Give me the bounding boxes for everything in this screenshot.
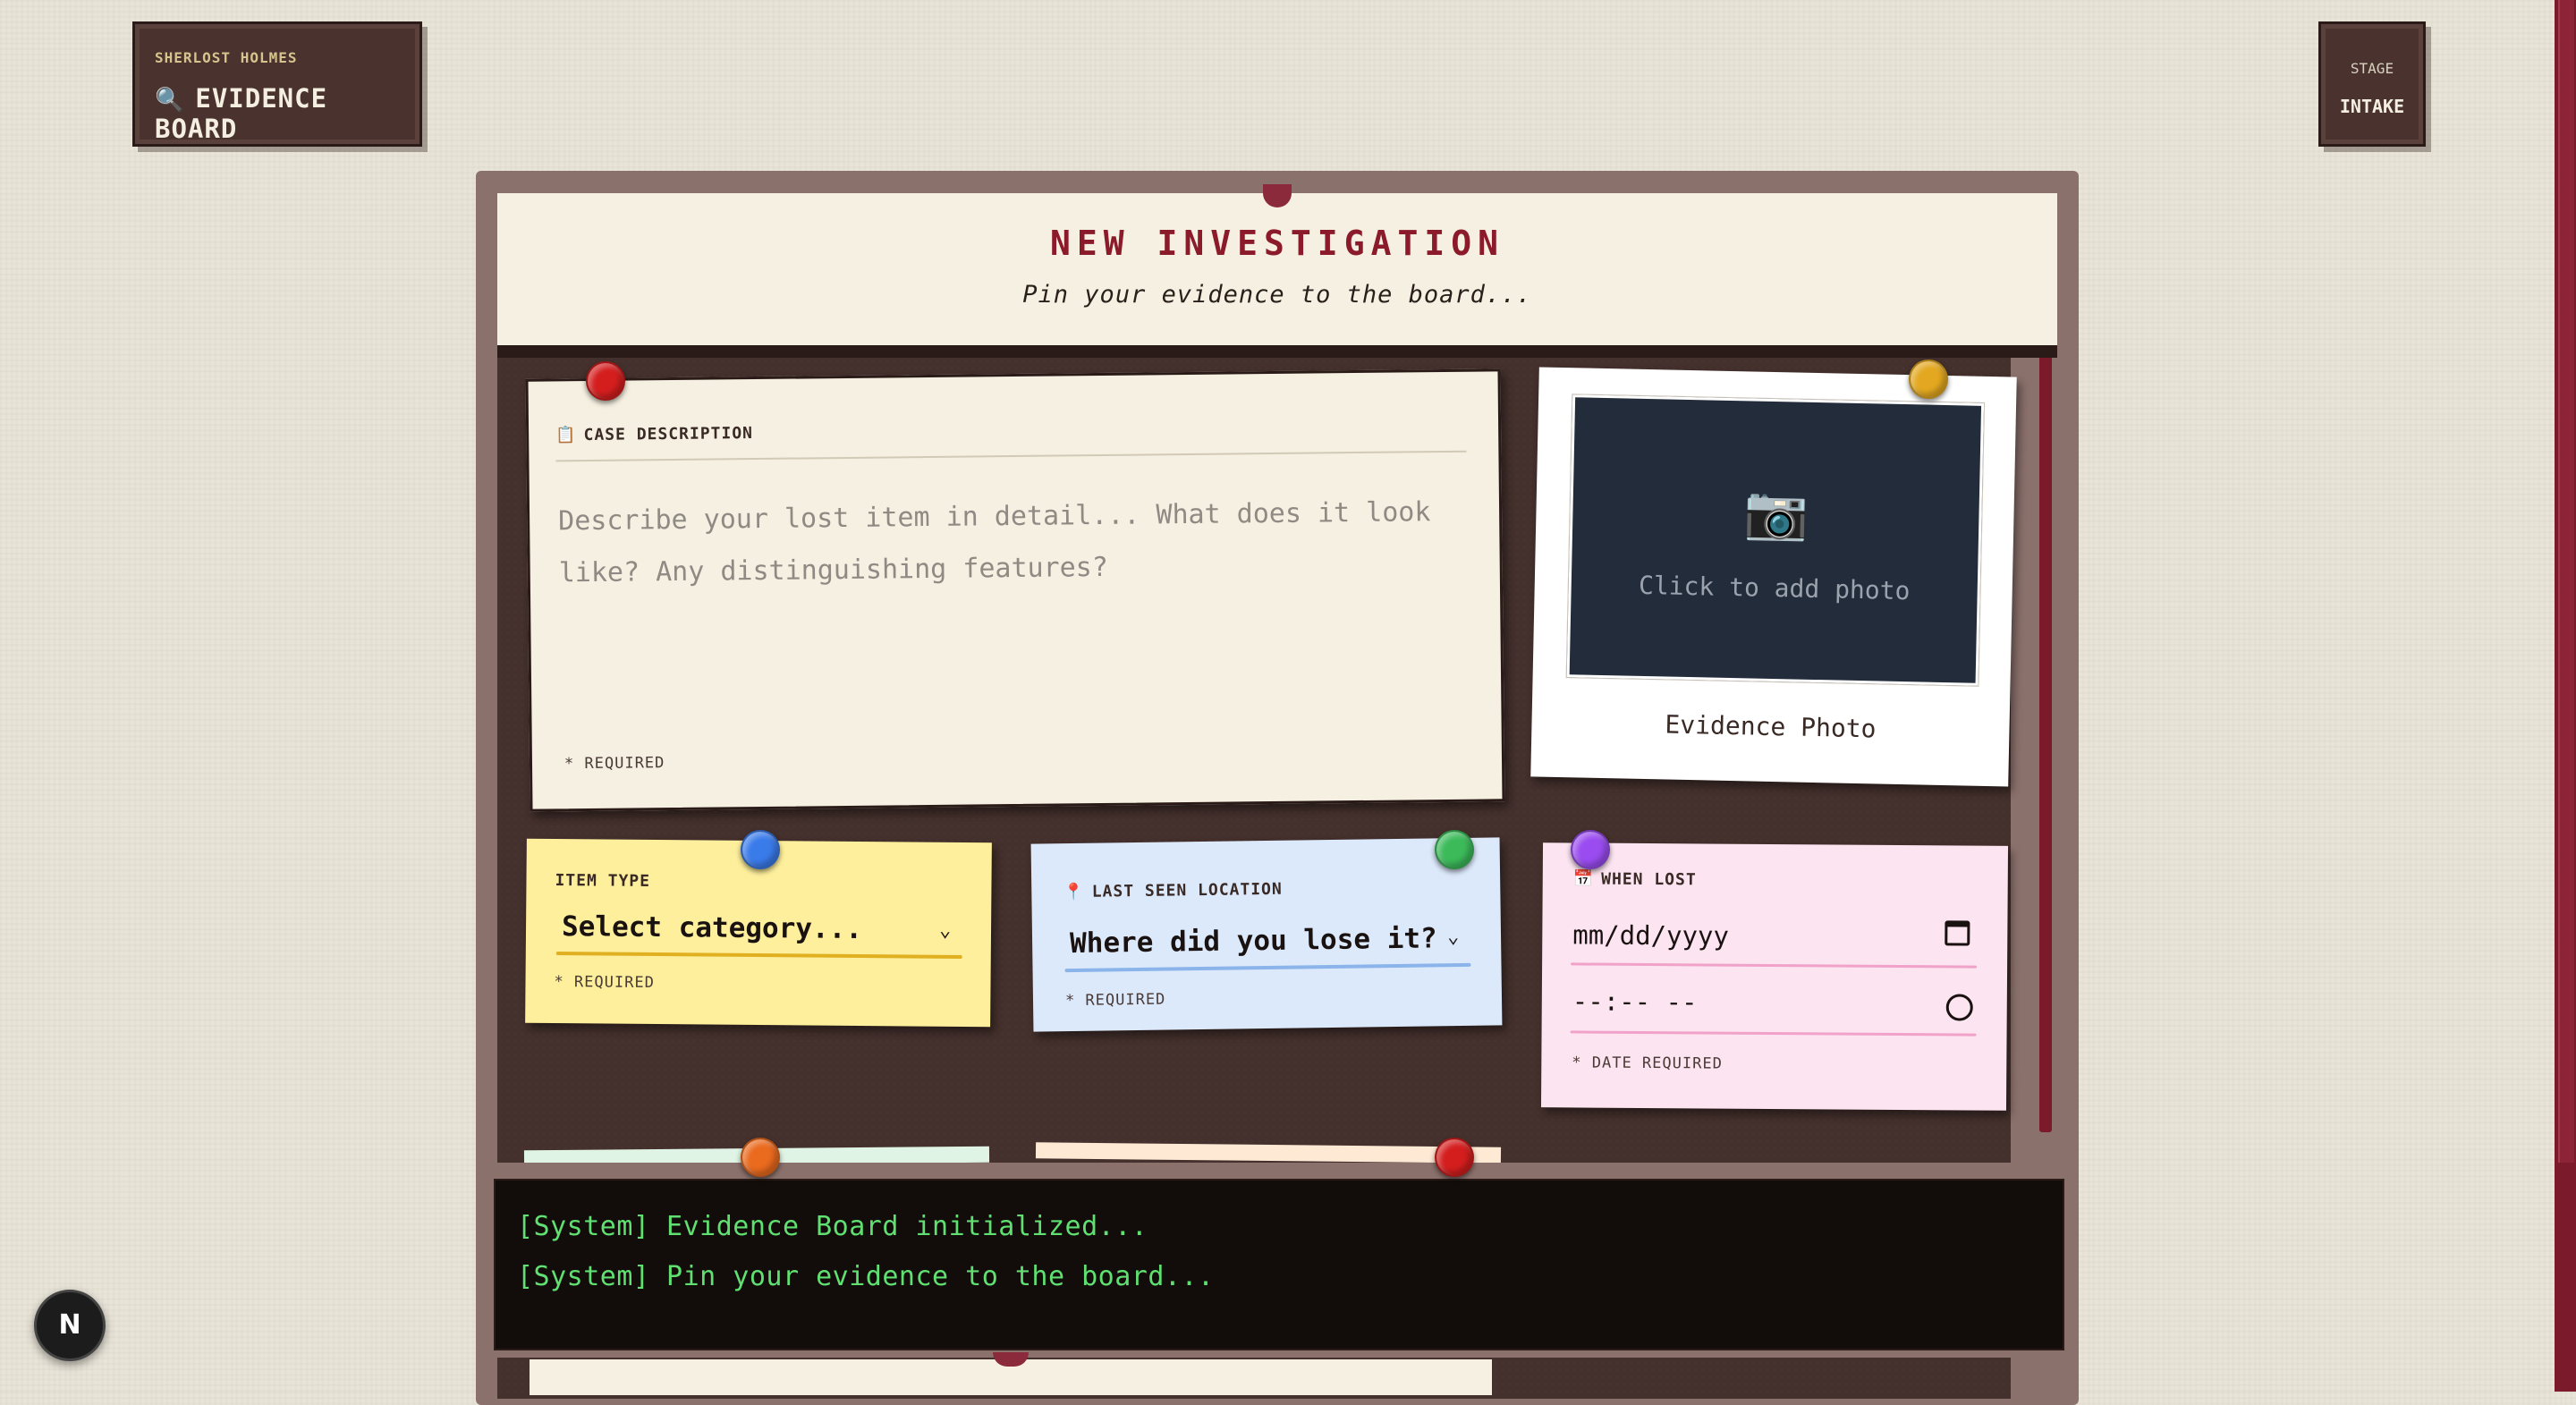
date-input[interactable]: mm/dd/yyyy: [1572, 919, 1729, 951]
item-type-label: ITEM TYPE: [555, 871, 651, 891]
stage-value: INTAKE: [2339, 96, 2405, 117]
calendar-icon: 📅: [1572, 869, 1595, 889]
required-note: * REQUIRED: [1064, 990, 1166, 1011]
select-underline: [1064, 962, 1471, 973]
header-card: NEW INVESTIGATION Pin your evidence to t…: [497, 193, 2057, 358]
stage-label: STAGE: [2350, 60, 2394, 77]
purple-pin: [1571, 830, 1610, 869]
select-underline: [555, 952, 962, 959]
chevron-down-icon[interactable]: ⌄: [1447, 926, 1460, 948]
required-note: * DATE REQUIRED: [1572, 1054, 1723, 1073]
time-underline: [1570, 1030, 1977, 1037]
photo-prompt: Click to add photo: [1638, 570, 1911, 606]
photo-caption: Evidence Photo: [1665, 709, 1877, 744]
orange-pin: [741, 1138, 780, 1177]
blue-pin: [741, 830, 780, 869]
brand-title: 🔍 EVIDENCE BOARD: [155, 83, 419, 144]
stage-badge: STAGE INTAKE: [2318, 21, 2426, 147]
red-pin: [586, 361, 625, 401]
evidence-photo-card[interactable]: 📷 Click to add photo Evidence Photo: [1530, 367, 2017, 787]
time-input[interactable]: --:-- --: [1572, 986, 1698, 1017]
case-description-card: 📋CASE DESCRIPTION * REQUIRED: [525, 368, 1505, 812]
location-select[interactable]: Where did you lose it?: [1070, 922, 1437, 960]
page-subtitle: Pin your evidence to the board...: [1022, 281, 1532, 309]
red-pin: [1435, 1138, 1474, 1177]
brand-badge: SHERLOST HOLMES 🔍 EVIDENCE BOARD: [132, 21, 422, 147]
item-type-select[interactable]: Select category...: [562, 910, 862, 945]
page-scrollbar-thumb[interactable]: [2558, 0, 2574, 1163]
console-line: [System] Pin your evidence to the board.…: [517, 1261, 1215, 1292]
brand-kicker: SHERLOST HOLMES: [155, 49, 298, 66]
pin-icon: 📍: [1063, 882, 1085, 902]
when-lost-label: 📅 WHEN LOST: [1572, 869, 1697, 890]
console-line: [System] Evidence Board initialized...: [517, 1211, 1148, 1242]
chevron-down-icon[interactable]: ⌄: [939, 919, 951, 942]
date-underline: [1571, 962, 1978, 969]
calendar-icon[interactable]: [1945, 920, 1970, 946]
required-note: * REQUIRED: [554, 973, 655, 992]
required-note: * REQUIRED: [564, 754, 665, 774]
case-description-input[interactable]: [555, 484, 1457, 731]
case-description-label: 📋 CASE DESCRIPTION: [555, 424, 754, 445]
location-card: 📍 LAST SEEN LOCATION Where did you lose i…: [1030, 837, 1503, 1032]
when-lost-card: 📅 WHEN LOST mm/dd/yyyy --:-- -- * DATE RE…: [1540, 842, 2009, 1111]
next-js-button[interactable]: N: [34, 1290, 106, 1361]
location-label: 📍 LAST SEEN LOCATION: [1063, 879, 1283, 902]
clock-icon[interactable]: [1945, 994, 1973, 1021]
notepad-icon: 📋: [555, 426, 577, 445]
page-title: NEW INVESTIGATION: [1050, 224, 1504, 263]
camera-icon: 📷: [1742, 481, 1809, 544]
green-pin: [1435, 830, 1474, 869]
yellow-pin: [1909, 360, 1948, 399]
magnifier-icon: 🔍: [155, 87, 185, 114]
divider: [555, 450, 1467, 462]
photo-upload-area[interactable]: 📷 Click to add photo: [1566, 394, 1985, 686]
system-console: [System] Evidence Board initialized... […: [494, 1179, 2064, 1350]
board-scrollbar[interactable]: [2039, 354, 2052, 1132]
